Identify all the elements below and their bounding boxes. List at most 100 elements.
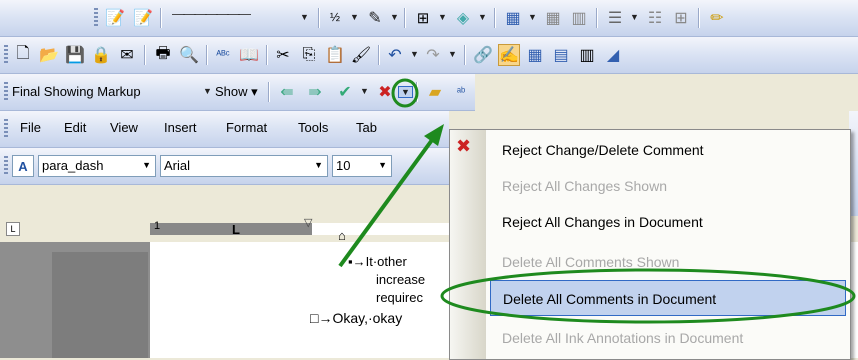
merge-cells-icon[interactable]: ▦ [542, 7, 564, 29]
autoformat-icon[interactable]: ✏ [706, 7, 728, 29]
insert-excel-icon[interactable]: ▤ [550, 44, 572, 66]
redo-dropdown-icon[interactable]: ▼ [448, 49, 457, 59]
tab-stop-icon[interactable]: L [232, 222, 240, 237]
distribute-rows-icon[interactable]: ☷ [644, 7, 666, 29]
save-icon[interactable]: 💾 [64, 44, 86, 66]
insert-table-icon[interactable]: ▦ [502, 7, 524, 29]
reviewing-toolbar-icon[interactable]: ✍ [498, 44, 520, 66]
open-folder-icon[interactable]: 📂 [38, 44, 60, 66]
print-icon[interactable]: 🖶 [152, 44, 174, 66]
next-change-icon[interactable]: ⇛ [304, 81, 326, 103]
copy-icon[interactable]: ⎘ [298, 44, 320, 66]
border-dropdown-icon[interactable]: ▼ [438, 12, 447, 22]
line-weight-dropdown-icon[interactable]: ▼ [350, 12, 359, 22]
highlight-icon[interactable]: ᵃᵇ [450, 81, 472, 103]
doc-line: requirec [376, 290, 423, 305]
spelling-icon[interactable]: ᴬᴮᶜ [212, 44, 234, 66]
ruler-text-area [312, 223, 452, 235]
new-document-icon[interactable]: 🗋 [12, 44, 34, 66]
show-button[interactable]: Show ▾ [215, 84, 258, 100]
first-line-indent-icon[interactable]: ▽ [304, 216, 312, 229]
menu-item-delete-comments-shown[interactable]: Delete All Comments Shown [490, 244, 846, 280]
separator [318, 8, 319, 28]
font-combo[interactable]: Arial ▼ [160, 155, 328, 177]
style-combo[interactable]: para_dash ▼ [38, 155, 156, 177]
menu-format[interactable]: Format [226, 120, 267, 135]
format-painter-icon[interactable]: 🖌 [350, 44, 372, 66]
border-icon[interactable]: ⊞ [412, 7, 434, 29]
toolbar-grip[interactable] [94, 8, 98, 28]
menu-edit[interactable]: Edit [64, 120, 86, 135]
shading-icon[interactable]: ◈ [452, 7, 474, 29]
toolbar-grip[interactable] [4, 45, 8, 65]
font-size-value: 10 [336, 158, 351, 173]
menu-item-reject-all-document[interactable]: Reject All Changes in Document [490, 204, 846, 240]
separator [266, 45, 267, 65]
menu-file[interactable]: File [20, 120, 41, 135]
edit-note2-icon[interactable]: 📝 [132, 7, 154, 29]
styles-formatting-icon[interactable]: A [12, 155, 34, 177]
hanging-indent-icon[interactable]: ⌂ [338, 228, 346, 243]
font-value: Arial [164, 158, 191, 173]
doc-line: ▪→It·other [348, 254, 407, 269]
pen-color-dropdown-icon[interactable]: ▼ [390, 12, 399, 22]
line-style-preview[interactable]: ——————— [172, 6, 251, 21]
display-mode-dropdown-icon[interactable]: ▼ [203, 86, 212, 96]
menu-item-reject-change[interactable]: Reject Change/Delete Comment [490, 132, 846, 168]
display-for-review-label[interactable]: Final Showing Markup [12, 84, 141, 99]
email-icon[interactable]: ✉ [116, 44, 138, 66]
menu-item-delete-ink-annotations[interactable]: Delete All Ink Annotations in Document [490, 320, 846, 356]
undo-icon[interactable]: ↶ [384, 44, 406, 66]
menu-gutter [450, 130, 486, 359]
tab-selector-icon[interactable]: L [6, 222, 20, 236]
menu-insert[interactable]: Insert [164, 120, 197, 135]
toolbar-grip[interactable] [4, 156, 8, 176]
undo-dropdown-icon[interactable]: ▼ [410, 49, 419, 59]
split-cells-icon[interactable]: ▥ [568, 7, 590, 29]
menu-item-delete-all-comments[interactable]: Delete All Comments in Document [490, 280, 846, 316]
menu-bar: File Edit View Insert Format Tools Tab [0, 111, 449, 148]
menu-tools[interactable]: Tools [298, 120, 328, 135]
redo-icon[interactable]: ↷ [422, 44, 444, 66]
align-icon[interactable]: ☰ [604, 7, 626, 29]
shading-dropdown-icon[interactable]: ▼ [478, 12, 487, 22]
accept-dropdown-icon[interactable]: ▼ [360, 86, 369, 96]
ruler-margin [150, 223, 312, 235]
previous-change-icon[interactable]: ⇚ [276, 81, 298, 103]
research-icon[interactable]: 📖 [238, 44, 260, 66]
align-dropdown-icon[interactable]: ▼ [630, 12, 639, 22]
reject-dropdown-icon[interactable]: ▼ [398, 86, 413, 98]
menu-table[interactable]: Tab [356, 120, 377, 135]
separator [144, 45, 145, 65]
chevron-down-icon: ▼ [378, 160, 387, 170]
line-weight-label[interactable]: ½ [330, 10, 340, 24]
pen-color-icon[interactable]: ✎ [364, 7, 386, 29]
distribute-cols-icon[interactable]: ⊞ [670, 7, 692, 29]
line-style-dropdown-icon[interactable]: ▼ [300, 12, 309, 22]
new-comment-icon[interactable]: ▰ [424, 81, 446, 103]
print-preview-icon[interactable]: 🔍 [178, 44, 200, 66]
accept-change-icon[interactable]: ✔ [334, 81, 356, 103]
separator [494, 8, 495, 28]
menu-view[interactable]: View [110, 120, 138, 135]
permission-icon[interactable]: 🔒 [90, 44, 112, 66]
edit-note-icon[interactable]: 📝 [104, 7, 126, 29]
doc-line: □→Okay,·okay [310, 310, 403, 326]
separator [464, 45, 465, 65]
chevron-down-icon: ▼ [142, 160, 151, 170]
hyperlink-icon[interactable]: 🔗 [472, 44, 494, 66]
menu-item-reject-all-shown[interactable]: Reject All Changes Shown [490, 168, 846, 204]
paste-icon[interactable]: 📋 [324, 44, 346, 66]
font-size-combo[interactable]: 10 ▼ [332, 155, 392, 177]
tables-borders-icon[interactable]: ▦ [524, 44, 546, 66]
table-dropdown-icon[interactable]: ▼ [528, 12, 537, 22]
toolbar-grip[interactable] [4, 82, 8, 102]
reject-change-menu: ✖ Reject Change/Delete Comment Reject Al… [449, 129, 851, 360]
separator [698, 8, 699, 28]
cut-icon[interactable]: ✂ [272, 44, 294, 66]
toolbar-grip[interactable] [4, 119, 8, 139]
drawing-icon[interactable]: ◢ [602, 44, 624, 66]
reject-change-icon[interactable]: ✖ [374, 81, 396, 103]
page-left-margin [150, 242, 300, 358]
columns-icon[interactable]: ▥ [576, 44, 598, 66]
